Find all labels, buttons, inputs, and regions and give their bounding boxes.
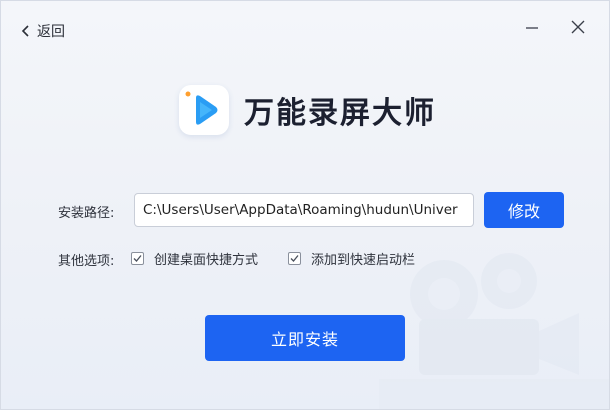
quick-launch-option[interactable]: 添加到快速启动栏 <box>288 248 415 268</box>
install-path-label: 安装路径: <box>58 206 115 221</box>
quick-launch-label: 添加到快速启动栏 <box>311 252 416 268</box>
quick-launch-checkbox[interactable] <box>288 251 301 265</box>
other-options-label: 其他选项: <box>58 254 115 269</box>
install-now-button[interactable]: 立即安装 <box>205 315 405 361</box>
desktop-shortcut-label: 创建桌面快捷方式 <box>154 252 259 268</box>
desktop-shortcut-checkbox[interactable] <box>131 251 144 265</box>
checkmark-icon <box>133 254 142 262</box>
minimize-button[interactable] <box>522 19 542 39</box>
modify-path-button[interactable]: 修改 <box>484 192 564 228</box>
play-logo-icon <box>179 85 229 135</box>
desktop-shortcut-option[interactable]: 创建桌面快捷方式 <box>131 248 258 268</box>
minimize-icon <box>524 19 540 39</box>
install-path-input[interactable] <box>134 193 474 227</box>
back-label: 返回 <box>37 24 65 40</box>
close-button[interactable] <box>568 19 588 39</box>
brand-header: 万能录屏大师 <box>179 84 436 136</box>
checkmark-icon <box>290 254 299 262</box>
back-button[interactable]: 返回 <box>21 21 65 41</box>
chevron-left-icon <box>21 24 31 38</box>
close-icon <box>570 19 586 39</box>
background-illustration <box>379 253 609 409</box>
installer-window: 返回 万能录屏大师 安装路径: 修改 其 <box>0 0 610 410</box>
app-title: 万能录屏大师 <box>244 96 436 131</box>
